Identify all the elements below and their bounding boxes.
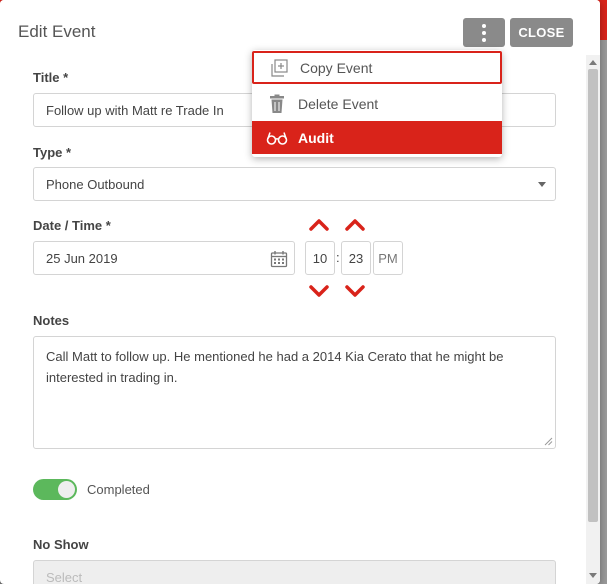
options-dropdown-menu: Copy Event Delete Event Audit: [252, 50, 502, 157]
audit-label: Audit: [298, 129, 334, 146]
ampm-toggle[interactable]: PM: [373, 241, 403, 275]
calendar-icon[interactable]: [270, 250, 288, 268]
type-select[interactable]: Phone Outbound: [33, 167, 556, 201]
date-value: 25 Jun 2019: [46, 250, 118, 266]
scroll-up-arrow-icon[interactable]: [589, 60, 597, 65]
scrollbar-thumb[interactable]: [588, 69, 598, 522]
minute-increment-chevron-up-icon[interactable]: [345, 218, 365, 232]
scroll-down-arrow-icon[interactable]: [589, 573, 597, 578]
time-separator: :: [336, 250, 340, 265]
delete-event-label: Delete Event: [298, 95, 379, 112]
notes-textarea[interactable]: Call Matt to follow up. He mentioned he …: [33, 336, 556, 449]
title-label: Title *: [33, 70, 69, 85]
minute-decrement-chevron-down-icon[interactable]: [345, 284, 365, 298]
date-input[interactable]: 25 Jun 2019: [33, 241, 295, 275]
more-options-button[interactable]: [463, 18, 505, 47]
copy-event-label: Copy Event: [300, 59, 373, 76]
close-button[interactable]: CLOSE: [510, 18, 573, 47]
hour-input[interactable]: 10: [305, 241, 335, 275]
menu-item-audit[interactable]: Audit: [252, 121, 502, 154]
datetime-label: Date / Time *: [33, 218, 111, 233]
type-value: Phone Outbound: [46, 176, 145, 192]
dialog-title: Edit Event: [18, 22, 96, 41]
completed-label: Completed: [87, 482, 150, 497]
caret-down-icon: [538, 182, 546, 187]
kebab-dot-icon: [482, 37, 486, 42]
edit-event-dialog: Edit Event CLOSE Title * Follow up with …: [0, 0, 600, 584]
dialog-scrollbar[interactable]: [586, 55, 600, 584]
trash-icon: [266, 94, 288, 114]
completed-toggle[interactable]: [33, 479, 77, 500]
kebab-dot-icon: [482, 30, 486, 35]
toggle-knob: [58, 481, 75, 498]
no-show-label: No Show: [33, 537, 89, 552]
notes-value: Call Matt to follow up. He mentioned he …: [46, 349, 504, 385]
title-value: Follow up with Matt re Trade In: [46, 102, 224, 118]
kebab-dot-icon: [482, 23, 486, 28]
minute-input[interactable]: 23: [341, 241, 371, 275]
glasses-icon: [266, 128, 288, 148]
menu-item-delete-event[interactable]: Delete Event: [252, 87, 502, 120]
no-show-placeholder: Select: [46, 570, 83, 584]
no-show-select[interactable]: Select: [33, 560, 556, 584]
hour-increment-chevron-up-icon[interactable]: [309, 218, 329, 232]
menu-item-copy-event[interactable]: Copy Event: [252, 51, 502, 84]
resize-handle-icon[interactable]: [544, 437, 553, 446]
copy-icon: [268, 58, 290, 78]
notes-label: Notes: [33, 313, 70, 328]
type-label: Type *: [33, 145, 72, 160]
hour-decrement-chevron-down-icon[interactable]: [309, 284, 329, 298]
